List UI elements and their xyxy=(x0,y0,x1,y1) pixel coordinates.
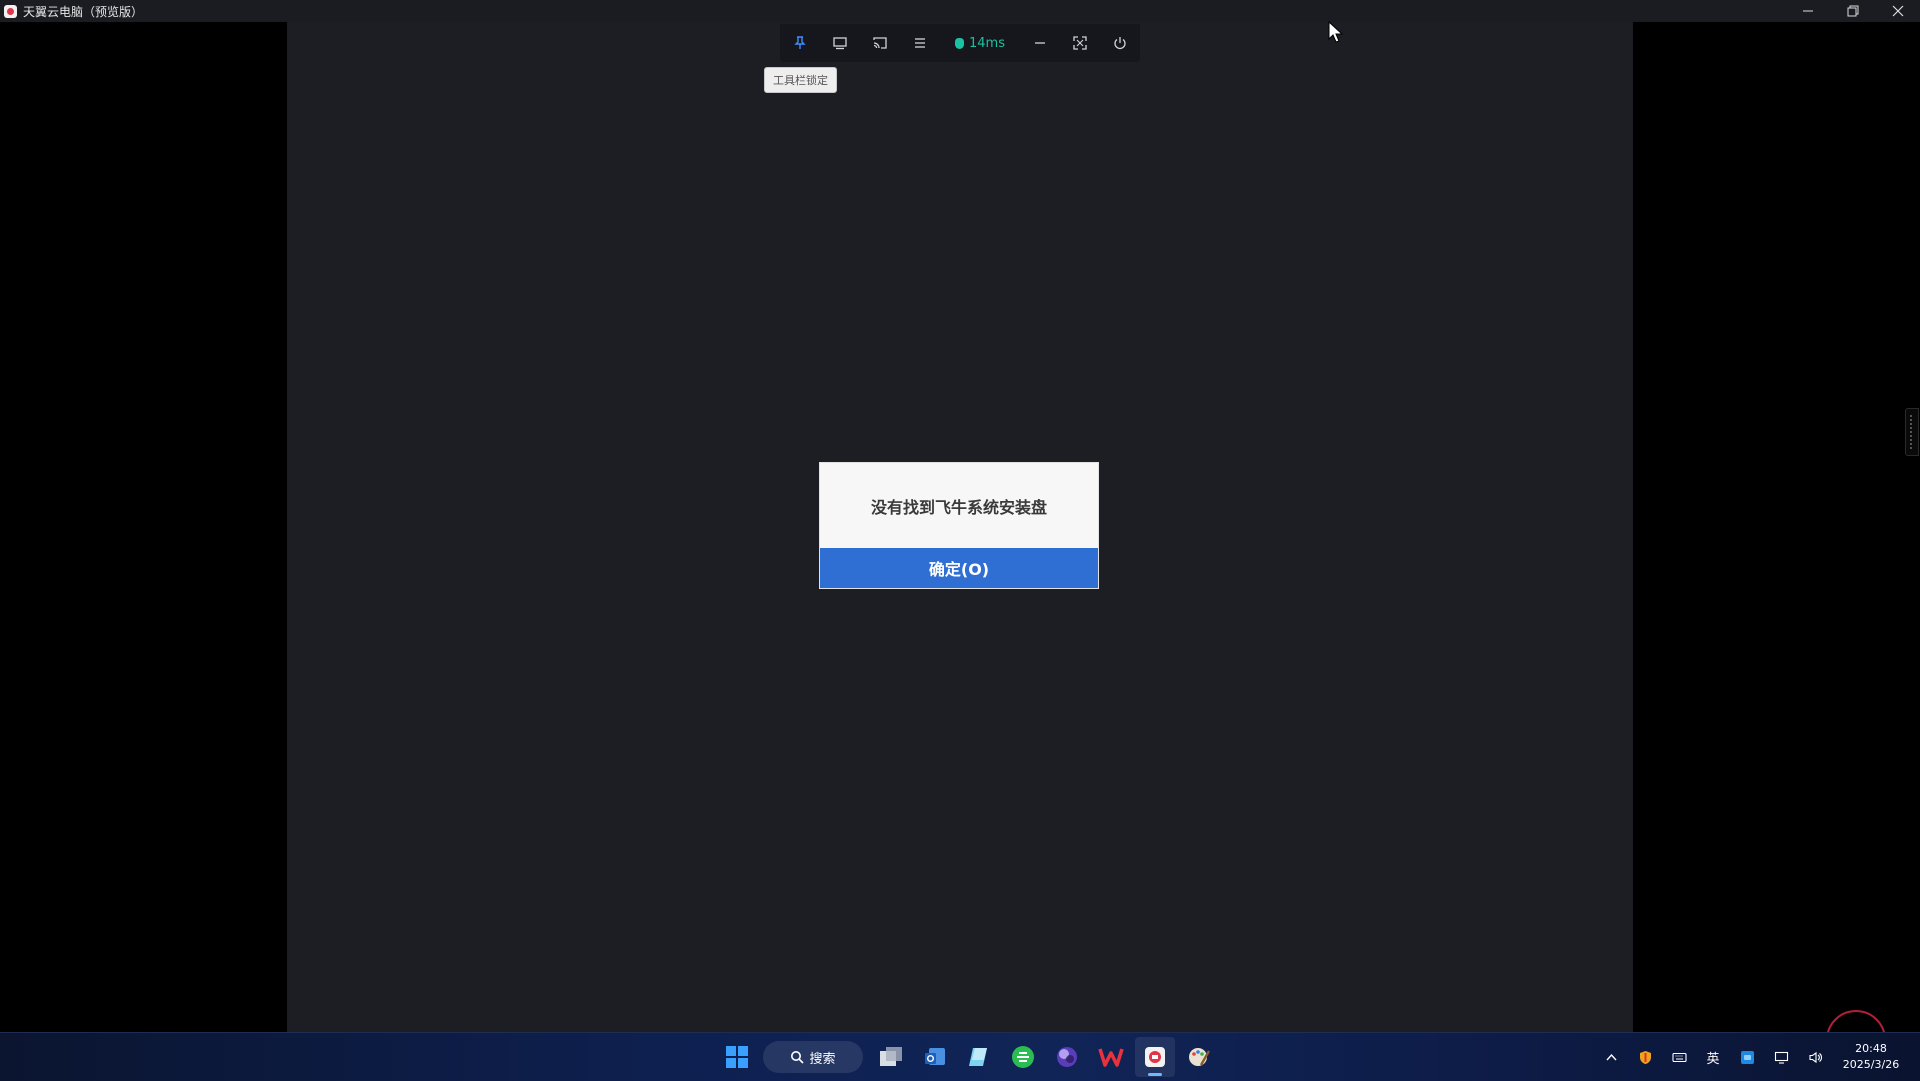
window-titlebar: 天翼云电脑（预览版） xyxy=(0,0,1920,22)
taskbar-apps: 搜索 xyxy=(715,1037,1221,1077)
mouse-cursor-icon xyxy=(1328,21,1344,43)
windows-logo-icon xyxy=(726,1046,748,1068)
window-controls xyxy=(1785,0,1920,22)
mail-app-icon xyxy=(925,1048,945,1065)
grip-icon xyxy=(1909,415,1915,449)
power-icon xyxy=(1114,37,1126,50)
fullscreen-button[interactable] xyxy=(1060,24,1100,62)
tray-keyboard-button[interactable] xyxy=(1662,1033,1696,1081)
close-button[interactable] xyxy=(1875,0,1920,22)
taskbar-search-button[interactable]: 搜索 xyxy=(763,1041,863,1073)
floating-toolbar: 14ms xyxy=(780,24,1140,62)
restore-button[interactable] xyxy=(1830,0,1875,22)
menu-button[interactable] xyxy=(900,24,940,62)
error-dialog: 没有找到飞牛系统安装盘 确定(O) xyxy=(819,462,1099,589)
desktop-button[interactable] xyxy=(820,24,860,62)
shield-icon xyxy=(1639,1050,1651,1064)
keyboard-icon xyxy=(1671,1052,1687,1062)
show-hidden-icons-button[interactable] xyxy=(1594,1033,1628,1081)
toolbar-tooltip: 工具栏锁定 xyxy=(764,67,837,93)
pin-icon xyxy=(794,36,806,49)
taskbar: 搜索 英 20:48 2025/3/26 xyxy=(0,1032,1920,1081)
search-icon xyxy=(791,1051,805,1064)
paint-icon xyxy=(1189,1048,1211,1066)
tray-baidu-button[interactable] xyxy=(1730,1033,1764,1081)
tray-security-button[interactable] xyxy=(1628,1033,1662,1081)
task-view-button[interactable] xyxy=(871,1037,911,1077)
taskbar-app-wps[interactable] xyxy=(1091,1037,1131,1077)
side-panel-handle[interactable] xyxy=(1905,408,1919,456)
app-icon xyxy=(4,4,17,18)
power-button[interactable] xyxy=(1100,24,1140,62)
close-icon xyxy=(1892,5,1903,17)
tray-volume-button[interactable] xyxy=(1798,1033,1832,1081)
wps-icon xyxy=(1098,1048,1124,1067)
cloud-pc-icon xyxy=(1145,1047,1165,1067)
taskbar-clock[interactable]: 20:48 2025/3/26 xyxy=(1836,1041,1906,1073)
chevron-up-icon xyxy=(1605,1053,1617,1060)
taskbar-app-tianyi-cloud-pc[interactable] xyxy=(1135,1037,1175,1077)
latency-indicator[interactable]: 14ms xyxy=(940,24,1020,62)
fullscreen-icon xyxy=(1073,36,1087,50)
clock-date: 2025/3/26 xyxy=(1842,1058,1900,1071)
pin-toolbar-button[interactable] xyxy=(780,24,820,62)
ok-button[interactable]: 确定(O) xyxy=(820,548,1098,588)
taskbar-app-outlook[interactable] xyxy=(915,1037,955,1077)
task-view-icon xyxy=(880,1047,902,1066)
windows-start-button[interactable] xyxy=(717,1037,757,1077)
minimize-toolbar-button[interactable] xyxy=(1020,24,1060,62)
cast-button[interactable] xyxy=(860,24,900,62)
window-title: 天翼云电脑（预览版） xyxy=(23,4,144,19)
taskbar-app-paint[interactable] xyxy=(1179,1037,1219,1077)
notepad-icon xyxy=(969,1048,987,1066)
network-icon xyxy=(1774,1051,1788,1064)
orb-browser-icon xyxy=(1057,1047,1077,1067)
taskbar-app-notepad[interactable] xyxy=(959,1037,999,1077)
minus-icon xyxy=(1035,42,1045,44)
menu-icon xyxy=(915,38,925,48)
minimize-icon xyxy=(1802,10,1813,12)
latency-value: 14ms xyxy=(969,35,1005,51)
clock-time: 20:48 xyxy=(1855,1042,1887,1055)
shield-icon xyxy=(955,37,964,49)
restore-icon xyxy=(1847,5,1858,17)
dialog-message: 没有找到飞牛系统安装盘 xyxy=(870,498,1047,517)
cast-icon xyxy=(873,37,887,49)
tray-ime-button[interactable]: 英 xyxy=(1696,1033,1730,1081)
system-tray: 英 20:48 2025/3/26 xyxy=(1594,1033,1920,1081)
monitor-icon xyxy=(833,37,847,50)
taskbar-app-orb-browser[interactable] xyxy=(1047,1037,1087,1077)
baidu-app-icon xyxy=(1740,1050,1754,1064)
green-browser-icon xyxy=(1012,1046,1034,1068)
speaker-icon xyxy=(1808,1051,1822,1063)
search-label: 搜索 xyxy=(809,1051,836,1067)
tray-network-button[interactable] xyxy=(1764,1033,1798,1081)
taskbar-app-green-browser[interactable] xyxy=(1003,1037,1043,1077)
minimize-button[interactable] xyxy=(1785,0,1830,22)
